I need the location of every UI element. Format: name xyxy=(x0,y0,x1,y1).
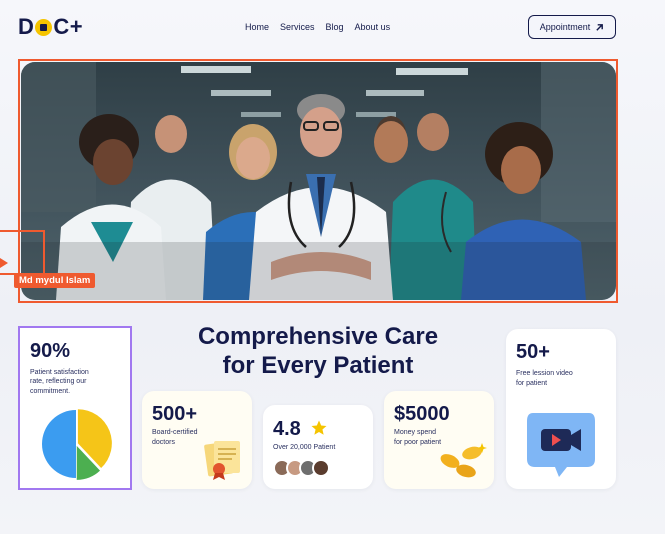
doctors-caption-1: Board-certified xyxy=(152,429,198,436)
patient-avatars xyxy=(273,459,333,479)
rating-card[interactable]: 4.8 Over 20,000 Patient xyxy=(263,405,373,489)
videos-caption-2: for patient xyxy=(516,380,548,387)
doctors-caption-2: doctors xyxy=(152,439,175,446)
video-camera-icon xyxy=(527,413,595,477)
name-tag: Md mydul Islam xyxy=(14,273,96,288)
annotation-frame xyxy=(0,230,45,275)
nav-item-services[interactable]: Services xyxy=(280,22,315,32)
pie-chart-icon xyxy=(41,409,112,480)
doctors-value: 500+ xyxy=(152,403,198,425)
appointment-button[interactable]: Appointment xyxy=(528,15,616,39)
logo-home-icon xyxy=(35,18,53,36)
logo-text-start: D xyxy=(18,14,35,39)
nav-item-blog[interactable]: Blog xyxy=(326,22,344,32)
main-nav: Home Services Blog About us xyxy=(245,22,390,32)
logo[interactable]: D C+ xyxy=(18,14,83,40)
money-caption-1: Money spend xyxy=(394,429,437,436)
satisfaction-card[interactable]: 90% Patient satisfaction rate, reflectin… xyxy=(18,326,132,490)
videos-caption-1: Free lession video xyxy=(516,370,573,377)
cursor-arrow-icon xyxy=(0,258,8,268)
money-value: $5000 xyxy=(394,403,450,425)
rating-value: 4.8 xyxy=(273,418,301,440)
satisfaction-caption: Patient satisfaction rate, reflecting ou… xyxy=(30,369,89,395)
rating-caption: Over 20,000 Patient xyxy=(273,444,336,451)
videos-value: 50+ xyxy=(516,341,550,363)
avatar xyxy=(312,459,330,477)
videos-card[interactable]: 50+ Free lession video for patient xyxy=(506,329,616,489)
nav-item-about[interactable]: About us xyxy=(355,22,391,32)
money-caption-2: for poor patient xyxy=(394,439,442,446)
section-heading: Comprehensive Care for Every Patient xyxy=(150,322,486,381)
heading-line-2: for Every Patient xyxy=(222,352,414,380)
doctors-team-photo xyxy=(21,62,616,300)
doctors-card[interactable]: 500+ Board-certified doctors xyxy=(142,391,252,489)
heading-line-1: Comprehensive Care xyxy=(197,323,439,350)
arrow-up-right-icon xyxy=(596,23,604,31)
nav-item-home[interactable]: Home xyxy=(245,22,269,32)
hero-image xyxy=(21,62,616,300)
appointment-label: Appointment xyxy=(539,22,591,32)
pie-slice-blue xyxy=(41,410,76,478)
coins-icon xyxy=(440,443,487,478)
logo-text-end: C+ xyxy=(53,14,84,39)
certificate-icon xyxy=(204,441,240,480)
money-card[interactable]: $5000 Money spend for poor patient xyxy=(384,391,494,489)
satisfaction-value: 90% xyxy=(30,340,71,362)
star-icon xyxy=(311,420,327,435)
